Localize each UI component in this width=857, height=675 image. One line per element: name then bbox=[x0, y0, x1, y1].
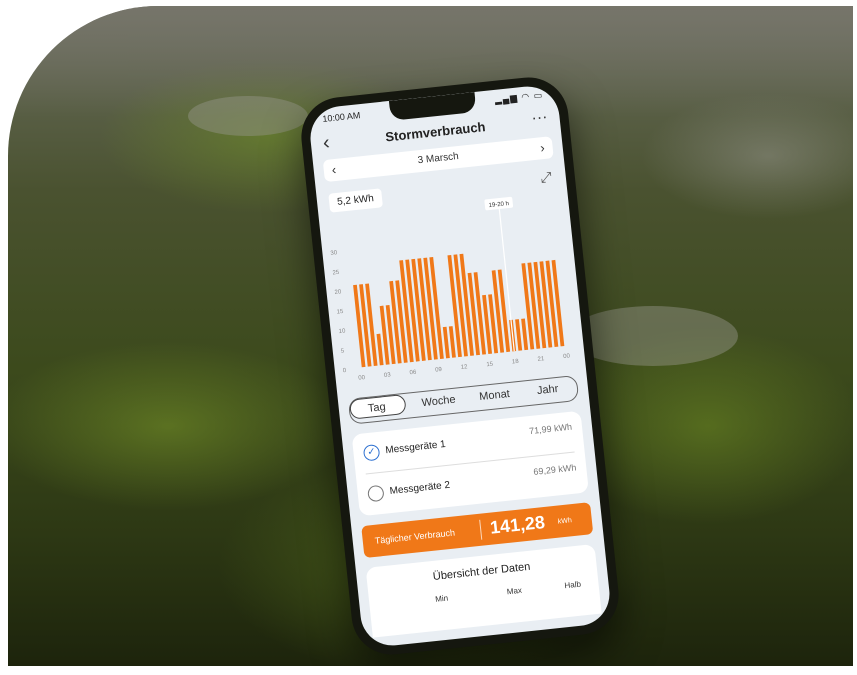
y-tick-label: 0 bbox=[343, 368, 348, 374]
phone-mockup: 10:00 AM ▂▄▆ ◠ ▭ ‹ Stormverbrauch ··· ‹ … bbox=[297, 73, 623, 659]
chart-bar[interactable] bbox=[448, 326, 456, 358]
divider bbox=[479, 519, 483, 540]
moss-background-photo: 10:00 AM ▂▄▆ ◠ ▭ ‹ Stormverbrauch ··· ‹ … bbox=[8, 6, 853, 666]
meter-name: Messgeräte 1 bbox=[384, 438, 447, 457]
x-tick-label: 03 bbox=[384, 372, 392, 379]
meter-name: Messgeräte 2 bbox=[389, 479, 451, 498]
meter-list: ✓ Messgeräte 1 71,99 kWh Messgeräte 2 69… bbox=[351, 410, 589, 517]
x-tick-label: 18 bbox=[512, 359, 520, 366]
consumption-bar-chart: 05101520253019-20 h00 03 06 09 12 15 18 21 00 bbox=[330, 196, 571, 382]
daily-value: 141,28 bbox=[489, 512, 546, 538]
chart-bar[interactable] bbox=[376, 333, 384, 366]
x-tick-label: 09 bbox=[435, 367, 443, 374]
x-tick-label: 00 bbox=[563, 353, 571, 360]
overview-half: Halb bbox=[564, 579, 582, 591]
meter-value: 69,29 kWh bbox=[532, 462, 577, 477]
meter-value: 71,99 kWh bbox=[528, 421, 573, 437]
chart-bar[interactable] bbox=[521, 318, 529, 351]
more-icon[interactable]: ··· bbox=[531, 109, 549, 129]
x-tick-label: 06 bbox=[409, 370, 417, 377]
data-overview-card: Übersicht der Daten Min Max Halb bbox=[365, 543, 602, 638]
tab-day[interactable]: Tag bbox=[367, 401, 386, 415]
chart-bar[interactable] bbox=[515, 319, 523, 351]
daily-label: Täglicher Verbrauch bbox=[374, 527, 456, 546]
overview-max: Max bbox=[506, 585, 523, 597]
expand-icon[interactable]: ⤢ bbox=[540, 168, 553, 186]
daily-unit: kWh bbox=[557, 517, 573, 526]
overview-min: Min bbox=[434, 593, 449, 604]
y-tick-label: 30 bbox=[330, 250, 338, 257]
tab-year[interactable]: Jahr bbox=[536, 383, 559, 397]
rock-highlight bbox=[188, 96, 308, 136]
y-tick-label: 20 bbox=[334, 289, 342, 296]
x-tick-label: 12 bbox=[461, 364, 469, 371]
x-tick-label: 00 bbox=[358, 375, 366, 382]
chart-bar[interactable] bbox=[442, 326, 450, 359]
x-tick-label: 21 bbox=[537, 356, 545, 363]
y-tick-label: 10 bbox=[338, 328, 346, 335]
tab-week[interactable]: Woche bbox=[421, 394, 456, 409]
x-tick-label: 15 bbox=[486, 361, 494, 368]
y-tick-label: 5 bbox=[341, 348, 346, 354]
checkmark-icon[interactable]: ✓ bbox=[362, 443, 381, 462]
y-tick-label: 25 bbox=[332, 270, 340, 277]
tab-month[interactable]: Monat bbox=[479, 388, 511, 403]
status-time: 10:00 AM bbox=[321, 110, 361, 124]
radio-icon[interactable] bbox=[367, 484, 385, 503]
overview-title: Übersicht der Daten bbox=[432, 560, 531, 583]
y-tick-label: 15 bbox=[336, 309, 344, 316]
signal-wifi-battery-icon: ▂▄▆ ◠ ▭ bbox=[494, 89, 544, 105]
